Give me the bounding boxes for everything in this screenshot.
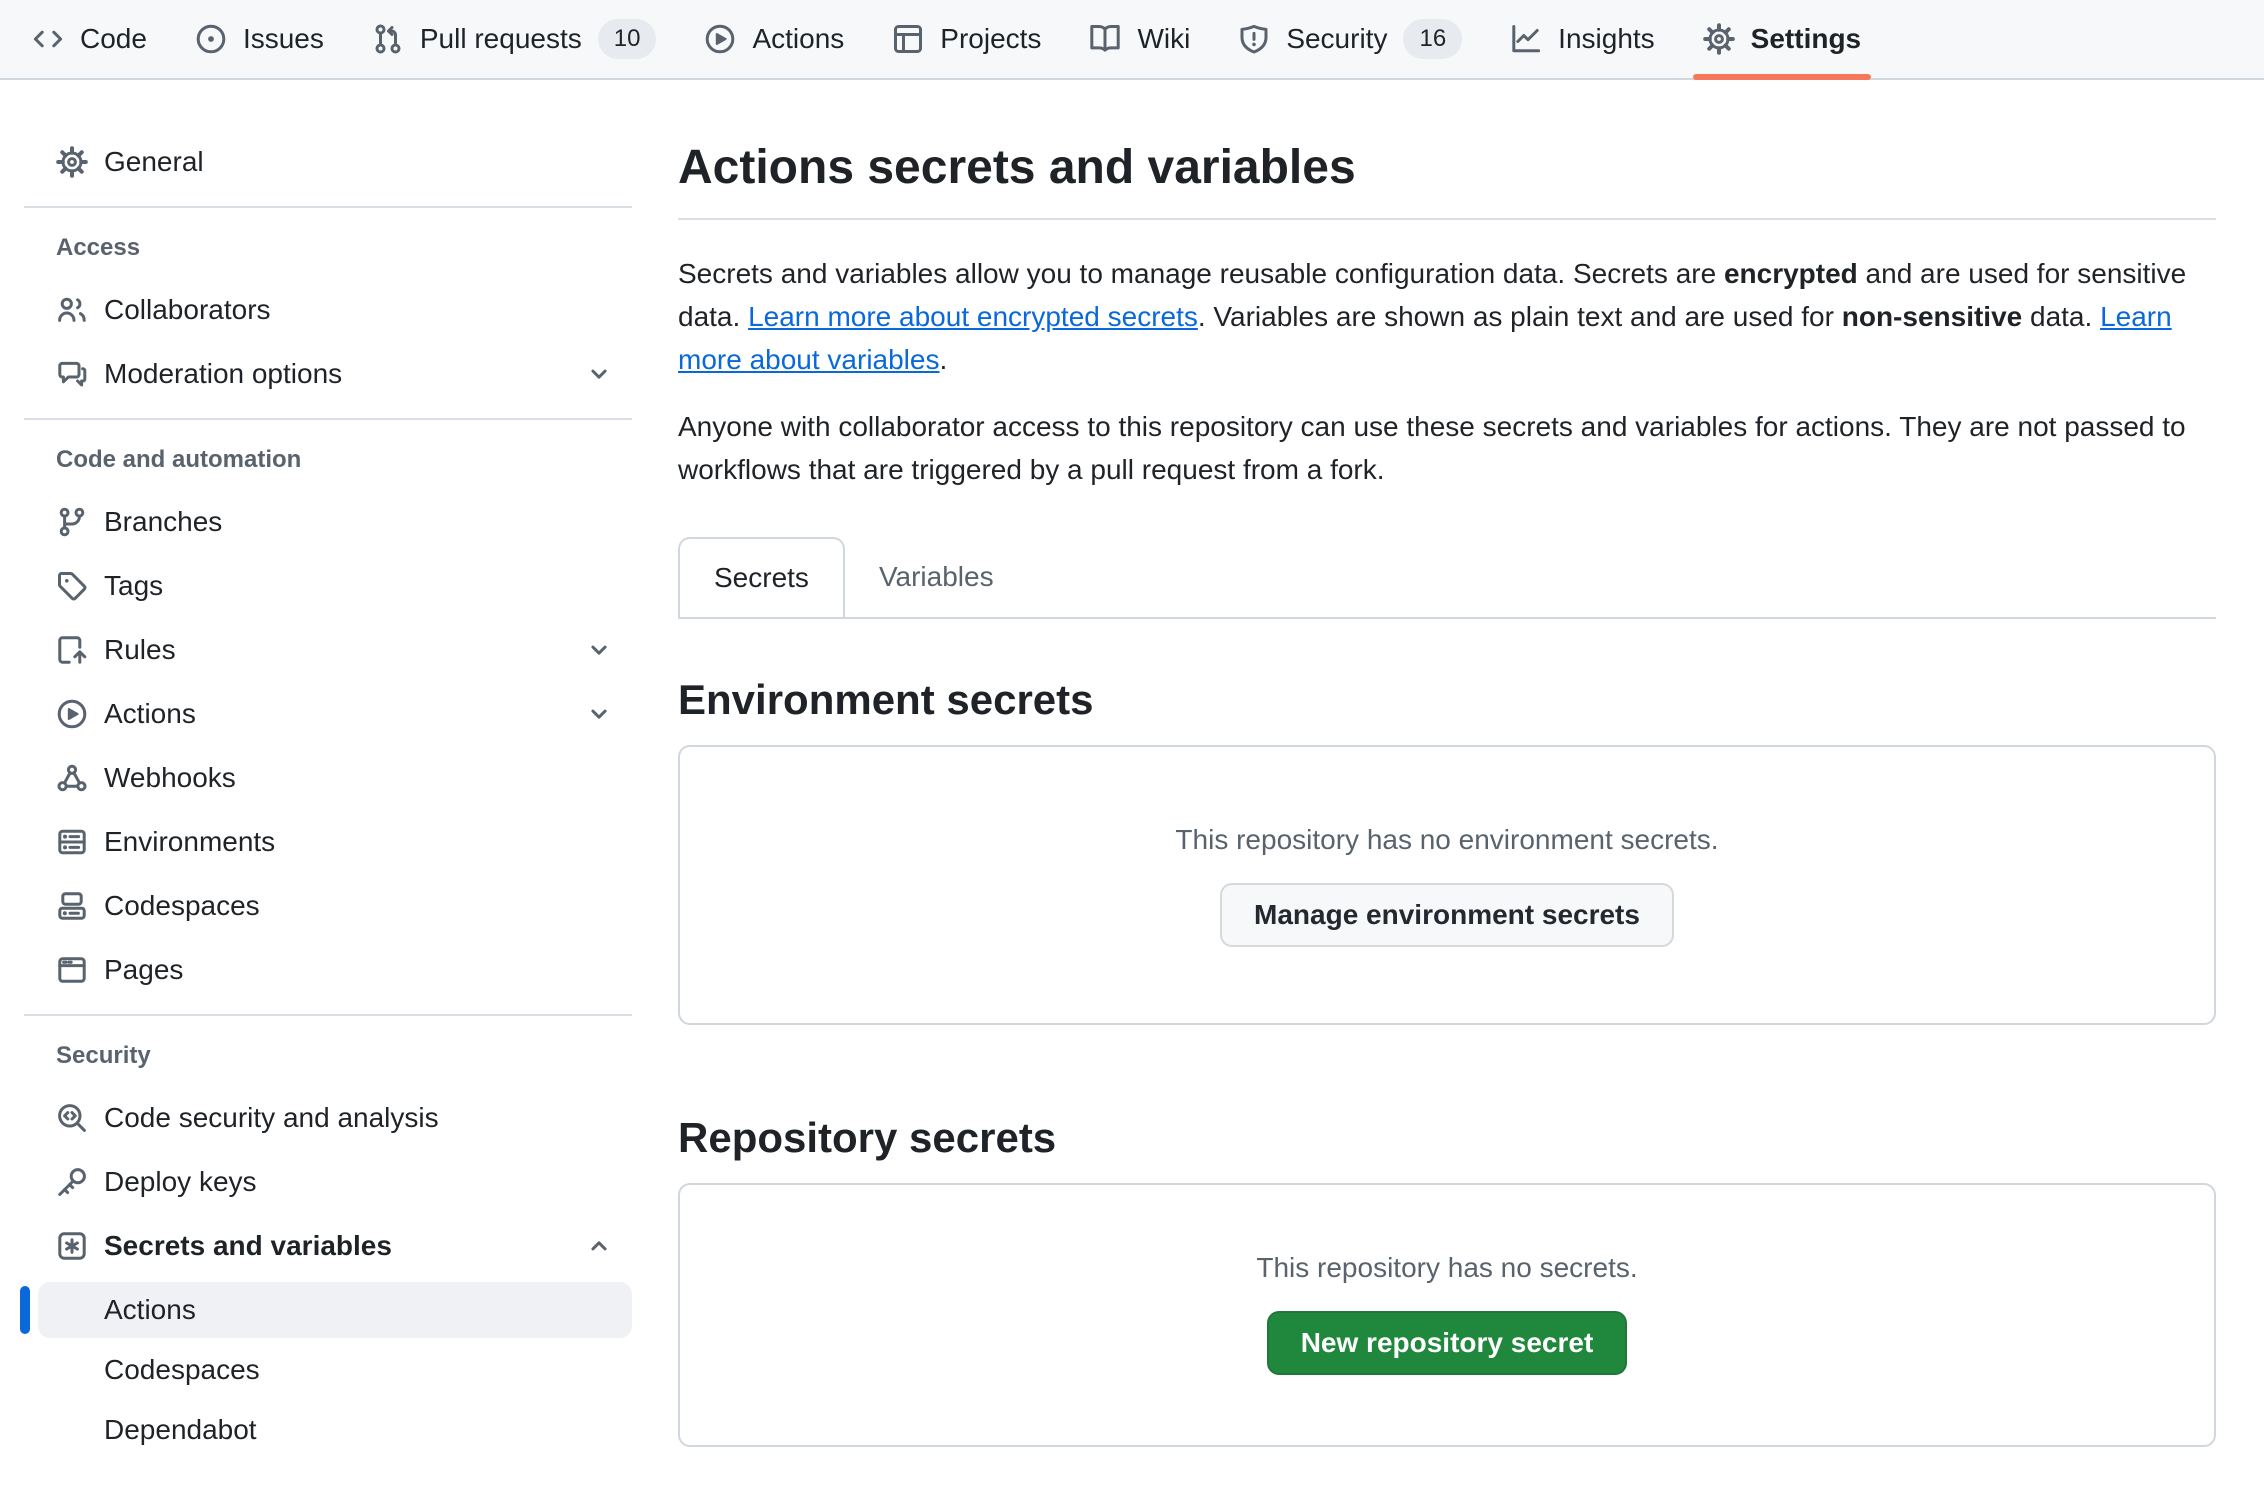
sidebar-section-security: Security — [24, 1042, 632, 1070]
nav-tab-security[interactable]: Security 16 — [1214, 0, 1486, 78]
rules-icon — [56, 634, 88, 666]
webhook-icon — [56, 762, 88, 794]
nav-tab-projects[interactable]: Projects — [868, 0, 1065, 78]
sidebar-item-branches[interactable]: Branches — [24, 490, 632, 554]
sidebar-subitem-codespaces[interactable]: Codespaces — [38, 1342, 632, 1398]
git-branch-icon — [56, 506, 88, 538]
sidebar-item-code-security[interactable]: Code security and analysis — [24, 1086, 632, 1150]
graph-icon — [1510, 23, 1542, 55]
sidebar-item-collaborators[interactable]: Collaborators — [24, 278, 632, 342]
nav-tab-insights[interactable]: Insights — [1486, 0, 1679, 78]
nav-tab-label: Security — [1286, 23, 1387, 55]
comment-discussion-icon — [56, 358, 88, 390]
nav-tab-label: Insights — [1558, 23, 1655, 55]
sidebar-item-actions[interactable]: Actions — [24, 682, 632, 746]
sidebar-divider — [24, 206, 632, 208]
nav-tab-label: Wiki — [1137, 23, 1190, 55]
nav-tab-label: Settings — [1751, 23, 1861, 55]
sidebar-item-codespaces[interactable]: Codespaces — [24, 874, 632, 938]
tag-icon — [56, 570, 88, 602]
key-icon — [56, 1166, 88, 1198]
environment-secrets-empty-text: This repository has no environment secre… — [1175, 819, 1718, 861]
server-icon — [56, 826, 88, 858]
sidebar-subitem-dependabot[interactable]: Dependabot — [38, 1402, 632, 1458]
nav-tab-label: Actions — [752, 23, 844, 55]
nav-tab-code[interactable]: Code — [8, 0, 171, 78]
nav-tab-actions[interactable]: Actions — [680, 0, 868, 78]
chevron-down-icon — [586, 361, 612, 387]
sidebar-section-access: Access — [24, 234, 632, 262]
codespaces-icon — [56, 890, 88, 922]
nav-tab-pull-requests[interactable]: Pull requests 10 — [348, 0, 681, 78]
nav-tab-wiki[interactable]: Wiki — [1065, 0, 1214, 78]
issue-opened-icon — [195, 23, 227, 55]
sidebar-item-deploy-keys[interactable]: Deploy keys — [24, 1150, 632, 1214]
chevron-up-icon — [586, 1233, 612, 1259]
title-divider — [678, 218, 2216, 220]
manage-environment-secrets-button[interactable]: Manage environment secrets — [1220, 883, 1674, 947]
repository-secrets-heading: Repository secrets — [678, 1113, 2216, 1163]
nav-tab-label: Issues — [243, 23, 324, 55]
environment-secrets-heading: Environment secrets — [678, 675, 2216, 725]
sidebar-section-code-and-automation: Code and automation — [24, 446, 632, 474]
note-paragraph: Anyone with collaborator access to this … — [678, 405, 2216, 491]
sidebar-item-pages[interactable]: Pages — [24, 938, 632, 1002]
nav-tab-settings[interactable]: Settings — [1679, 0, 1885, 78]
settings-sidebar: General Access Collaborators Moderation … — [0, 80, 648, 1488]
sidebar-item-environments[interactable]: Environments — [24, 810, 632, 874]
new-repository-secret-button[interactable]: New repository secret — [1267, 1311, 1628, 1375]
book-icon — [1089, 23, 1121, 55]
chevron-down-icon — [586, 701, 612, 727]
sidebar-item-tags[interactable]: Tags — [24, 554, 632, 618]
settings-content: Actions secrets and variables Secrets an… — [648, 80, 2216, 1488]
sidebar-item-secrets-and-variables[interactable]: Secrets and variables — [24, 1214, 632, 1278]
repository-secrets-box: This repository has no secrets. New repo… — [678, 1183, 2216, 1447]
sidebar-item-webhooks[interactable]: Webhooks — [24, 746, 632, 810]
asterisk-box-icon — [56, 1230, 88, 1262]
link-learn-more-encrypted-secrets[interactable]: Learn more about encrypted secrets — [748, 301, 1198, 332]
shield-icon — [1238, 23, 1270, 55]
code-icon — [32, 23, 64, 55]
nav-tab-label: Code — [80, 23, 147, 55]
browser-icon — [56, 954, 88, 986]
sidebar-item-moderation-options[interactable]: Moderation options — [24, 342, 632, 406]
nav-tab-issues[interactable]: Issues — [171, 0, 348, 78]
table-icon — [892, 23, 924, 55]
tab-secrets[interactable]: Secrets — [678, 537, 845, 617]
repository-secrets-empty-text: This repository has no secrets. — [1256, 1247, 1637, 1289]
nav-tab-label: Pull requests — [420, 23, 582, 55]
tab-variables[interactable]: Variables — [845, 537, 1028, 617]
people-icon — [56, 294, 88, 326]
sidebar-item-general[interactable]: General — [24, 130, 632, 194]
sidebar-divider — [24, 1014, 632, 1016]
play-icon — [56, 698, 88, 730]
page-title: Actions secrets and variables — [678, 136, 2216, 200]
sidebar-subitem-actions[interactable]: Actions — [38, 1282, 632, 1338]
gear-icon — [1703, 23, 1735, 55]
nav-tab-label: Projects — [940, 23, 1041, 55]
codescan-icon — [56, 1102, 88, 1134]
play-icon — [704, 23, 736, 55]
chevron-down-icon — [586, 637, 612, 663]
repo-nav: Code Issues Pull requests 10 Actions Pro… — [0, 0, 2264, 80]
security-count-badge: 16 — [1403, 19, 1462, 59]
environment-secrets-box: This repository has no environment secre… — [678, 745, 2216, 1025]
git-pull-request-icon — [372, 23, 404, 55]
secrets-variables-tabnav: Secrets Variables — [678, 537, 2216, 619]
pull-requests-count-badge: 10 — [598, 19, 657, 59]
gear-icon — [56, 146, 88, 178]
sidebar-divider — [24, 418, 632, 420]
intro-paragraph: Secrets and variables allow you to manag… — [678, 252, 2216, 381]
sidebar-item-rules[interactable]: Rules — [24, 618, 632, 682]
